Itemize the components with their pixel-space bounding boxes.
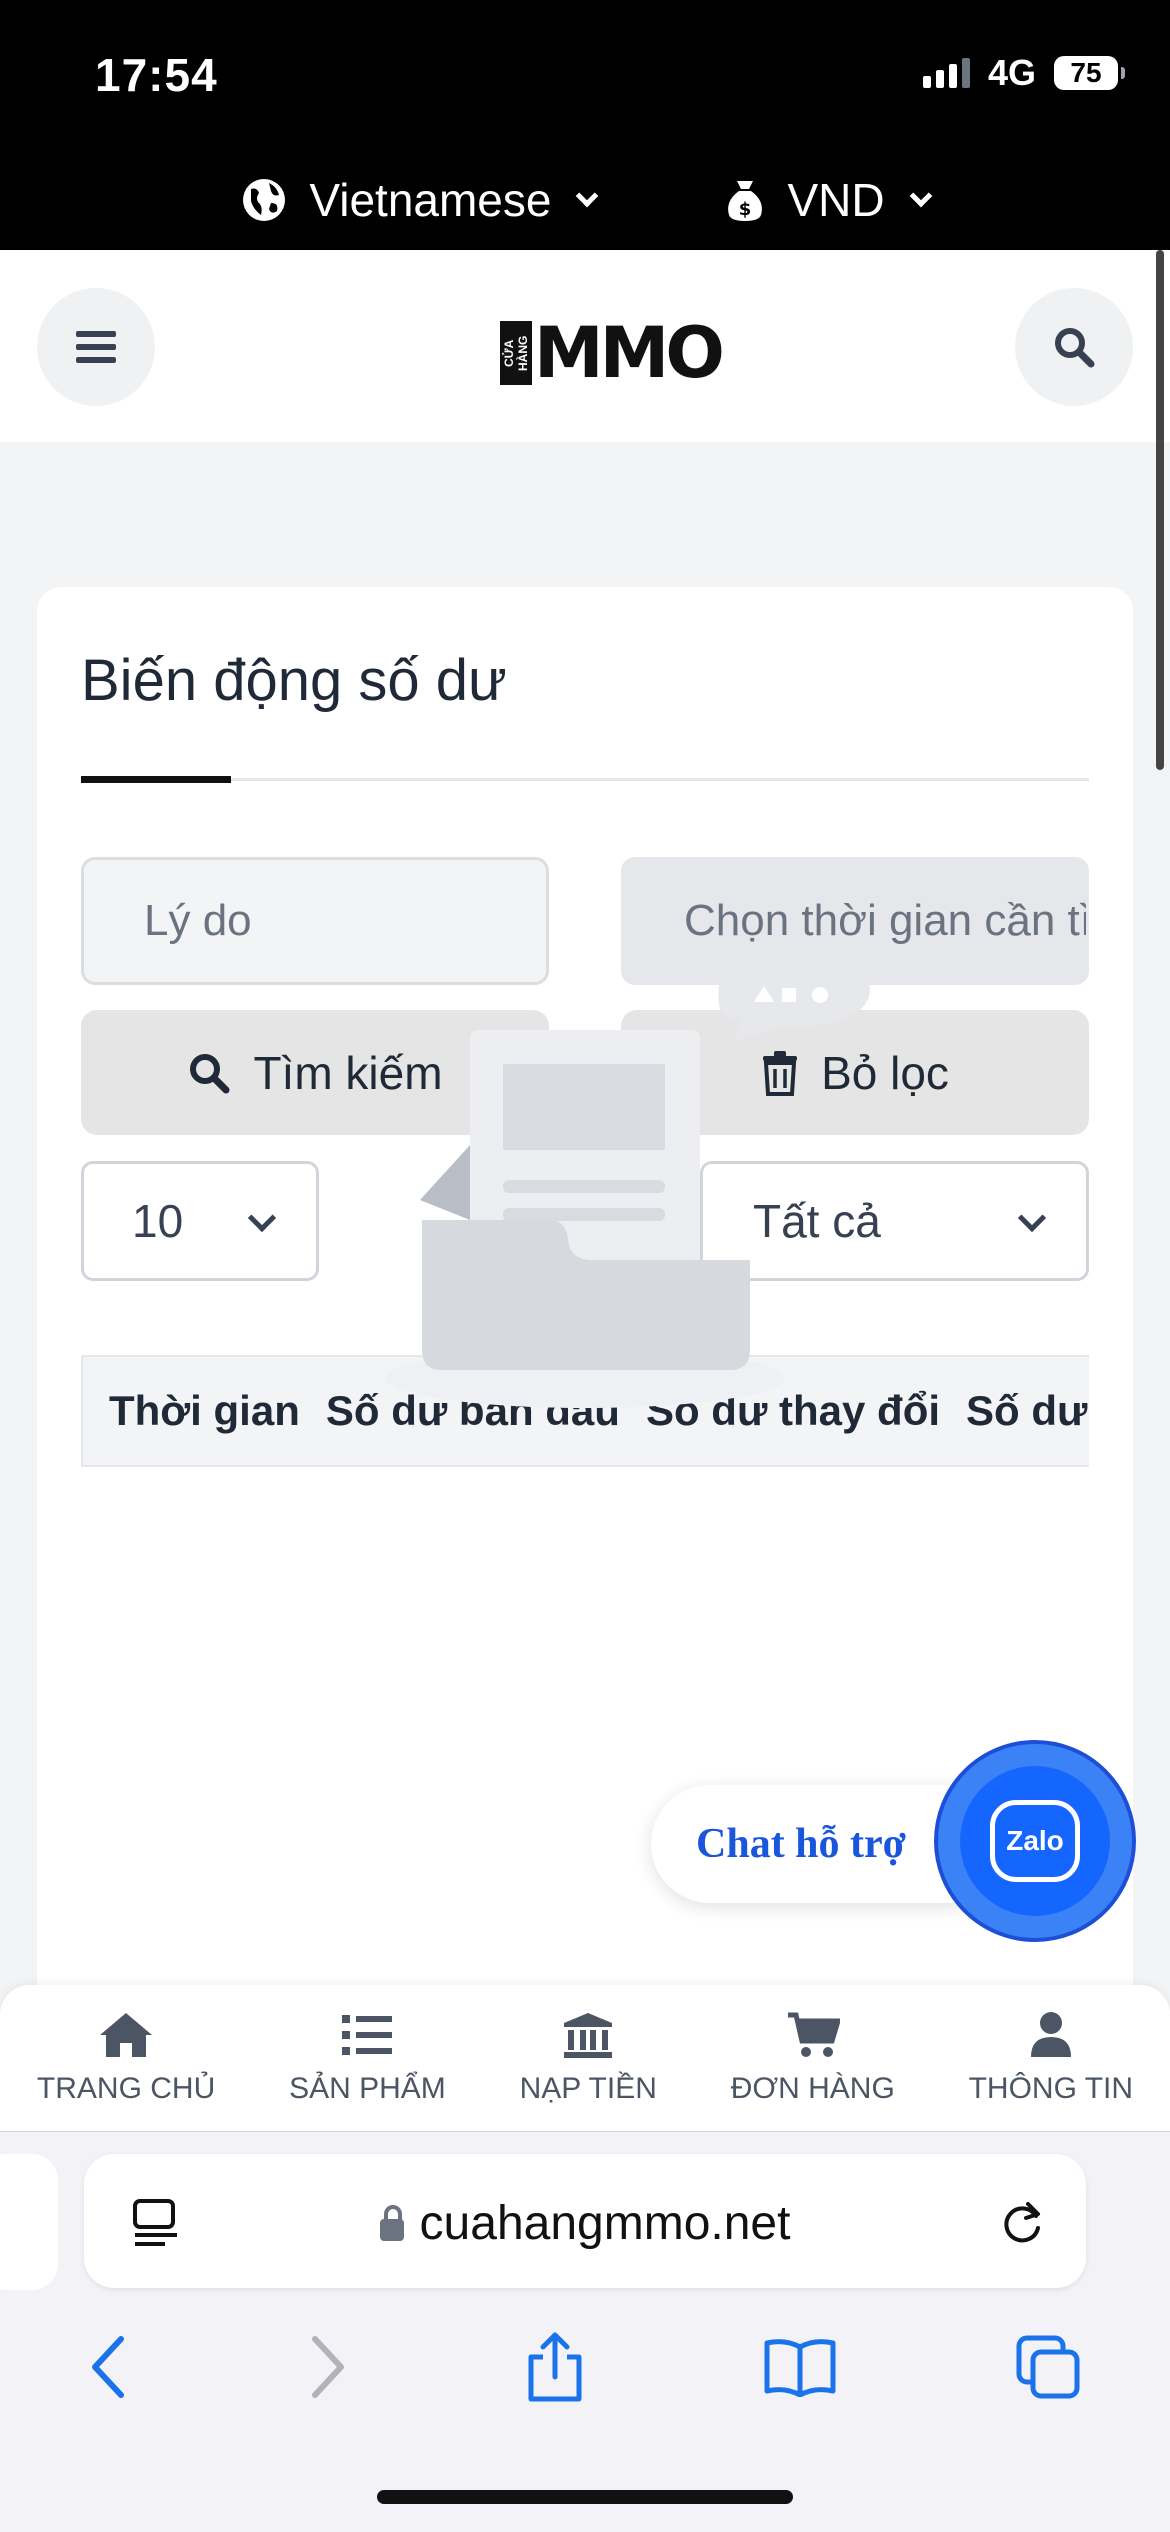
battery-icon: 75 — [1054, 56, 1125, 90]
site-logo[interactable]: CỬA HÀNG MMO — [500, 312, 725, 394]
home-icon — [98, 2010, 154, 2060]
chevron-down-icon — [247, 1203, 277, 1233]
previous-tab-preview[interactable] — [0, 2154, 58, 2290]
money-bag-icon: $ — [728, 181, 763, 221]
zalo-logo: Zalo — [990, 1800, 1080, 1882]
language-selector[interactable]: Vietnamese — [241, 173, 599, 227]
date-placeholder: Chọn thời gian cần tìm — [684, 896, 1089, 945]
chevron-down-icon — [1017, 1203, 1047, 1233]
zalo-icon: Zalo — [960, 1766, 1110, 1916]
chat-support-label: Chat hỗ trợ — [696, 1821, 906, 1867]
home-indicator — [377, 2490, 793, 2504]
nav-label-profile: THÔNG TIN — [968, 2072, 1134, 2105]
browser-toolbar — [0, 2312, 1170, 2422]
reload-icon[interactable] — [998, 2198, 1046, 2248]
nav-item-orders[interactable]: ĐƠN HÀNG — [731, 2010, 895, 2106]
column-header-time: Thời gian — [109, 1387, 300, 1434]
address-bar[interactable]: cuahangmmo.net — [84, 2154, 1086, 2288]
nav-label-home: TRANG CHỦ — [36, 2072, 216, 2105]
bottom-navigation: TRANG CHỦ SẢN PHẨM NẠP TIỀN ĐƠN HÀNG THÔ… — [0, 1985, 1170, 2131]
globe-icon — [243, 179, 286, 221]
bank-icon — [562, 2010, 614, 2060]
nav-item-products[interactable]: SẢN PHẨM — [289, 2010, 446, 2106]
status-indicators: 4G 75 — [922, 52, 1125, 94]
lock-icon — [379, 2205, 404, 2241]
bookmarks-icon[interactable] — [763, 2337, 837, 2397]
status-time: 17:54 — [95, 49, 218, 101]
site-header: CỬA HÀNG MMO — [0, 250, 1170, 442]
logo-main-text: MMO — [534, 312, 725, 394]
url-display: cuahangmmo.net — [84, 2196, 1086, 2251]
search-icon — [190, 1053, 230, 1093]
nav-label-products: SẢN PHẨM — [289, 2072, 446, 2105]
reason-placeholder: Lý do — [144, 896, 252, 945]
nav-item-deposit[interactable]: NẠP TIỀN — [520, 2010, 657, 2106]
locale-bar: Vietnamese $ VND — [0, 150, 1170, 250]
svg-text:$: $ — [739, 199, 752, 220]
logo-small-text: CỬA HÀNG — [500, 321, 532, 385]
language-label: Vietnamese — [309, 174, 552, 226]
chevron-down-icon — [576, 184, 599, 208]
back-icon[interactable] — [89, 2335, 129, 2399]
nav-item-profile[interactable]: THÔNG TIN — [969, 2010, 1133, 2106]
empty-state-illustration — [385, 947, 870, 1408]
title-accent — [81, 776, 231, 783]
zalo-logo-text: Zalo — [1006, 1825, 1064, 1856]
currency-label: VND — [787, 174, 885, 226]
header-search-button[interactable] — [1015, 288, 1133, 406]
forward-icon[interactable] — [307, 2335, 347, 2399]
zalo-chat-button[interactable]: Zalo — [934, 1740, 1136, 1942]
hamburger-icon — [76, 324, 116, 370]
column-header-current-balance: Số dư hiện tại — [966, 1387, 1089, 1434]
nav-item-home[interactable]: TRANG CHỦ — [37, 2010, 215, 2106]
currency-selector[interactable]: $ VND — [725, 173, 932, 227]
status-bar: 17:54 4G 75 — [0, 0, 1170, 150]
battery-level: 75 — [1070, 57, 1102, 88]
page-title: Biến động số dư — [81, 648, 507, 713]
search-icon — [1055, 328, 1095, 368]
chevron-down-icon — [909, 184, 932, 208]
cart-icon — [786, 2010, 840, 2060]
menu-button[interactable] — [37, 288, 155, 406]
balance-table[interactable]: Thời gian Số dư ban đầu Số dư thay đổi S… — [81, 1355, 1089, 2037]
page-scrollbar[interactable] — [1156, 250, 1164, 770]
browser-chrome: cuahangmmo.net — [0, 2131, 1170, 2532]
tabs-icon[interactable] — [1015, 2334, 1081, 2400]
title-divider — [81, 778, 1089, 781]
network-type: 4G — [987, 52, 1036, 93]
user-icon — [1029, 2010, 1073, 2060]
share-icon[interactable] — [525, 2331, 585, 2403]
page-size-select[interactable]: 10 — [81, 1161, 319, 1281]
signal-icon — [922, 58, 970, 88]
nav-label-orders: ĐƠN HÀNG — [730, 2072, 895, 2105]
list-icon — [342, 2010, 393, 2060]
nav-label-deposit: NẠP TIỀN — [519, 2072, 657, 2105]
page-size-value: 10 — [132, 1195, 184, 1247]
url-text: cuahangmmo.net — [419, 2197, 791, 2250]
